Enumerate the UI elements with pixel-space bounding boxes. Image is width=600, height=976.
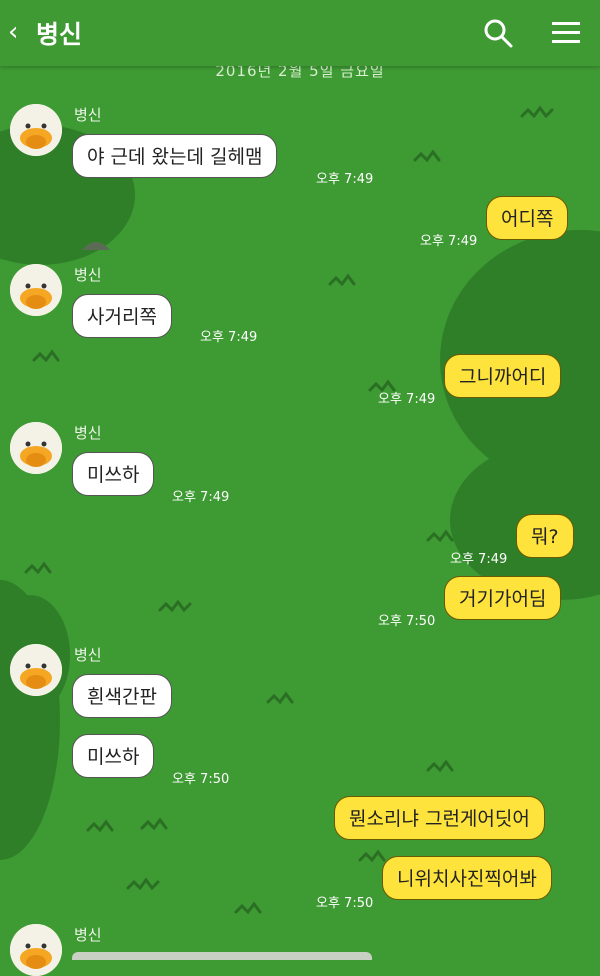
message-time: 오후 7:49 (450, 552, 508, 567)
avatar[interactable] (10, 924, 62, 976)
message-bubble-outgoing[interactable]: 어디쪽 (486, 196, 569, 240)
duck-avatar-icon (10, 104, 62, 156)
sender-name: 병신 (74, 926, 102, 944)
message-time: 오후 7:50 (378, 614, 436, 629)
message-bubble-incoming[interactable]: 흰색간판 (72, 674, 172, 718)
message-time: 오후 7:49 (378, 392, 436, 407)
message-time: 오후 7:49 (316, 172, 374, 187)
duck-avatar-icon (10, 644, 62, 696)
menu-icon[interactable] (550, 17, 582, 49)
sender-name: 병신 (74, 266, 102, 284)
message-time: 오후 7:50 (316, 896, 374, 911)
message-bubble-incoming[interactable]: 미쓰하 (72, 734, 155, 778)
message-bubble-outgoing[interactable]: 뭔소리냐 그런게어딧어 (334, 796, 545, 840)
message-time: 오후 7:49 (172, 490, 230, 505)
chat-header: ‹ 병신 (0, 0, 600, 66)
back-icon[interactable]: ‹ (8, 18, 24, 46)
search-icon[interactable] (482, 17, 514, 49)
avatar[interactable] (10, 104, 62, 156)
avatar[interactable] (10, 644, 62, 696)
message-time: 오후 7:50 (172, 772, 230, 787)
avatar[interactable] (10, 264, 62, 316)
avatar[interactable] (10, 422, 62, 474)
message-time: 오후 7:49 (420, 234, 478, 249)
message-bubble-incoming[interactable]: 사거리쪽 (72, 294, 172, 338)
message-bubble-incoming[interactable]: 야 근데 왔는데 길헤맴 (72, 134, 278, 178)
duck-avatar-icon (10, 422, 62, 474)
message-bubble-outgoing[interactable]: 뭐? (516, 514, 574, 558)
message-time: 오후 7:49 (200, 330, 258, 345)
chat-title: 병신 (36, 20, 83, 49)
duck-avatar-icon (10, 264, 62, 316)
message-bubble-outgoing[interactable]: 니위치사진찍어봐 (382, 856, 552, 900)
message-bubble-incoming[interactable]: 미쓰하 (72, 452, 155, 496)
message-bubble-outgoing[interactable]: 거기가어딤 (444, 576, 562, 620)
sender-name: 병신 (74, 646, 102, 664)
duck-avatar-icon (10, 924, 62, 976)
image-message-preview[interactable] (72, 952, 372, 960)
sender-name: 병신 (74, 424, 102, 442)
sender-name: 병신 (74, 106, 102, 124)
message-bubble-outgoing[interactable]: 그니까어디 (444, 354, 562, 398)
